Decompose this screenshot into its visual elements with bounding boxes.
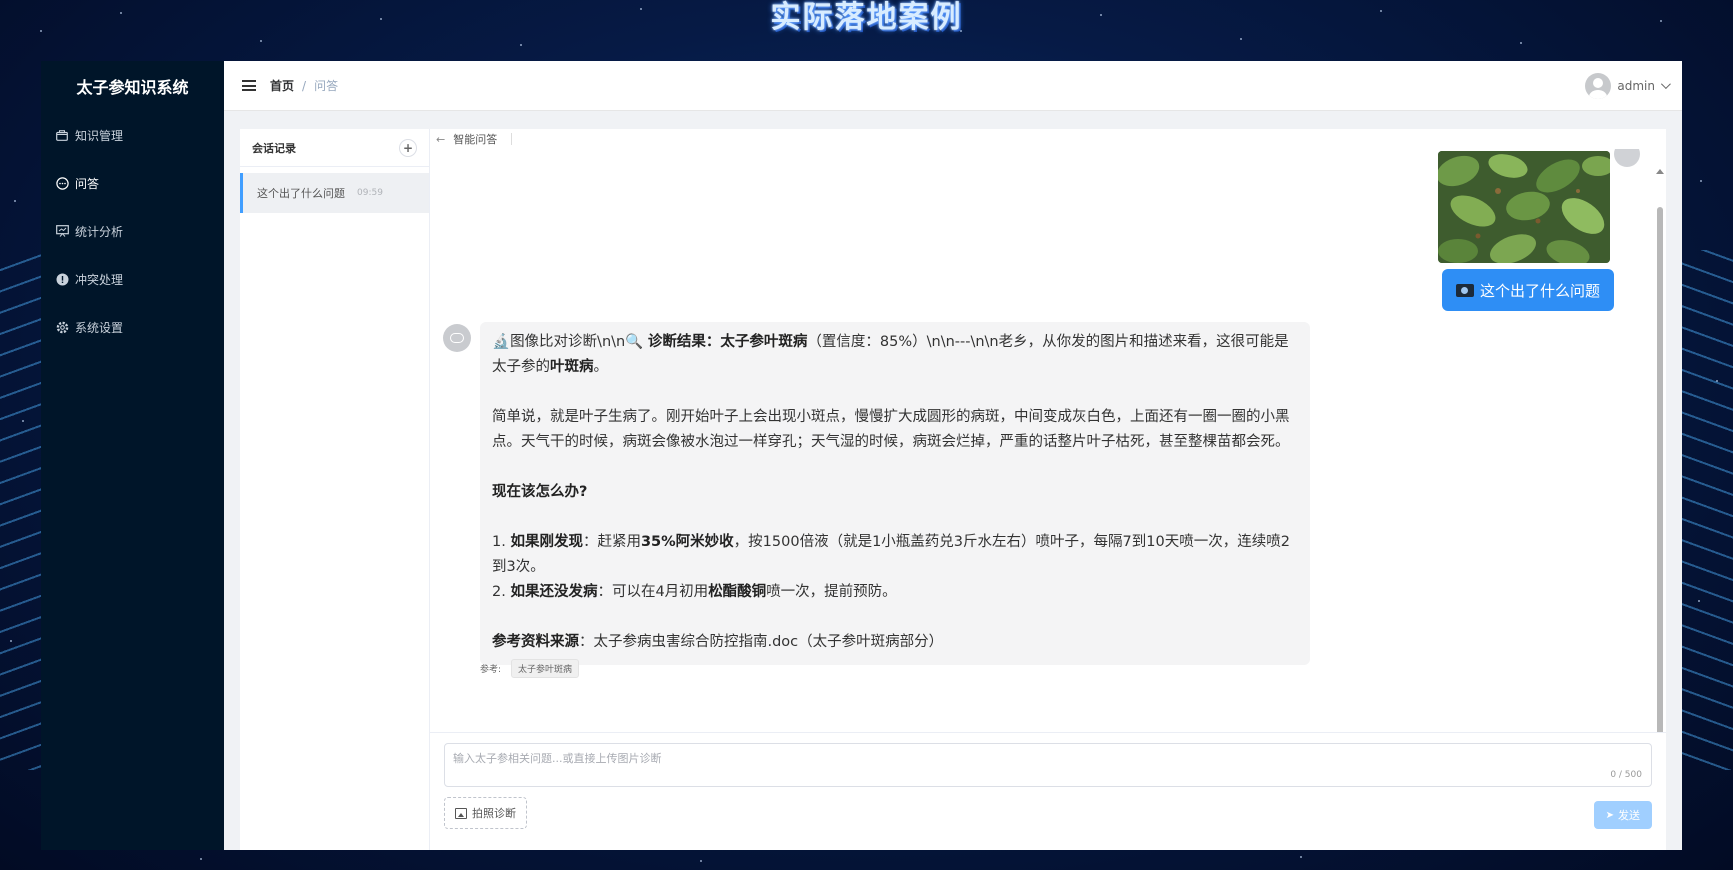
breadcrumb-current: 问答 xyxy=(314,79,339,93)
user-menu[interactable]: admin xyxy=(1585,72,1671,99)
photo-diagnosis-label: 拍照诊断 xyxy=(472,807,516,820)
treatment-step-2: 2. 如果还没发病：可以在4月初用松酯酸铜喷一次，提前预防。 xyxy=(492,584,897,600)
bot-avatar xyxy=(443,324,471,352)
sidebar-item-conflicts[interactable]: 冲突处理 xyxy=(41,255,224,303)
reference-tags: 参考: 太子参叶斑病 xyxy=(480,659,580,678)
send-label: 发送 xyxy=(1618,809,1640,822)
chat-header: ← 智能问答 xyxy=(430,129,1666,149)
sidebar-item-qa[interactable]: 问答 xyxy=(41,159,224,207)
sidebar-item-label: 问答 xyxy=(75,176,100,191)
microscope-icon: 🔬 xyxy=(492,334,511,350)
sidebar-item-label: 知识管理 xyxy=(75,128,124,143)
session-item[interactable]: 这个出了什么问题 09:59 xyxy=(240,173,429,213)
chat-scrollbar[interactable] xyxy=(1656,169,1664,732)
session-title: 这个出了什么问题 xyxy=(257,187,345,200)
bot-message-description: 简单说，就是叶子生病了。刚开始叶子上会出现小斑点，慢慢扩大成圆形的病斑，中间变成… xyxy=(492,409,1290,450)
breadcrumb-separator: / xyxy=(302,78,307,93)
message-list[interactable]: 这个出了什么问题 🔬图像比对诊断\n\n🔍 诊断结果：太子参叶斑病（置信度：85… xyxy=(430,149,1666,732)
photo-diagnosis-button[interactable]: 拍照诊断 xyxy=(444,797,527,829)
chevron-down-icon xyxy=(1660,79,1671,90)
send-icon: ➤ xyxy=(1605,809,1614,821)
uploaded-plant-photo[interactable] xyxy=(1438,151,1610,263)
diagnosis-result: 诊断结果：太子参叶斑病 xyxy=(647,334,808,350)
sidebar-item-label: 冲突处理 xyxy=(75,272,124,287)
session-list: 会话记录 + 这个出了什么问题 09:59 xyxy=(240,129,430,850)
new-session-button[interactable]: + xyxy=(399,138,417,157)
back-arrow-icon[interactable]: ← xyxy=(436,133,445,146)
sidebar-item-label: 系统设置 xyxy=(75,320,124,335)
scroll-up-icon[interactable] xyxy=(1656,169,1664,174)
user-message-text: 这个出了什么问题 xyxy=(1479,281,1600,300)
light-streaks-right xyxy=(1673,250,1733,770)
breadcrumb-home[interactable]: 首页 xyxy=(270,77,294,94)
char-counter: 0 / 500 xyxy=(1610,770,1642,780)
app-logo-title: 太子参知识系统 xyxy=(76,78,189,97)
user-message-bubble: 这个出了什么问题 xyxy=(1441,269,1614,311)
app-window: 太子参知识系统 知识管理 问答 统计分析 冲突处理 系统设置 首页 / 问答 a… xyxy=(41,61,1682,850)
chat-icon xyxy=(55,176,69,190)
sidebar-item-label: 统计分析 xyxy=(75,224,124,239)
page-content: 会话记录 + 这个出了什么问题 09:59 ← 智能问答 这个出了什么问题 🔬图… xyxy=(224,111,1682,850)
question-input[interactable] xyxy=(444,743,1652,787)
folder-icon xyxy=(55,128,69,142)
warning-icon xyxy=(55,272,69,286)
chart-icon xyxy=(55,224,69,238)
banner-title: 实际落地案例 xyxy=(770,0,963,35)
reference-label: 参考: xyxy=(480,665,502,675)
chat-title: 智能问答 xyxy=(453,133,498,146)
bot-message-heading: 现在该怎么办? xyxy=(492,484,588,500)
main-area: 首页 / 问答 admin 会话记录 + 这个出了什么问题 09:59 ← 智能… xyxy=(224,61,1682,850)
user-message-avatar xyxy=(1614,149,1640,167)
camera-icon xyxy=(1455,283,1474,297)
user-avatar xyxy=(1585,72,1612,99)
sidebar-item-settings[interactable]: 系统设置 xyxy=(41,303,224,351)
session-time: 09:59 xyxy=(357,188,383,198)
message-composer: 0 / 500 拍照诊断 ➤ 发送 xyxy=(430,732,1666,850)
header-divider xyxy=(511,133,513,145)
treatment-step-1: 1. 如果刚发现：赶紧用35%阿米妙收，按1500倍液（就是1小瓶盖药兑3斤水左… xyxy=(492,534,1290,575)
sidebar: 太子参知识系统 知识管理 问答 统计分析 冲突处理 系统设置 xyxy=(41,61,224,850)
bot-message-intro: 🔬图像比对诊断\n\n🔍 诊断结果：太子参叶斑病（置信度：85%）\n\n---… xyxy=(492,334,1289,375)
top-header: 首页 / 问答 admin xyxy=(224,61,1682,111)
sidebar-item-statistics[interactable]: 统计分析 xyxy=(41,207,224,255)
image-icon xyxy=(455,807,467,819)
sidebar-item-knowledge[interactable]: 知识管理 xyxy=(41,111,224,159)
session-list-header: 会话记录 + xyxy=(240,129,429,167)
source-reference: 参考资料来源：太子参病虫害综合防控指南.doc（太子参叶斑病部分） xyxy=(492,634,944,650)
qa-panel: 会话记录 + 这个出了什么问题 09:59 ← 智能问答 这个出了什么问题 🔬图… xyxy=(240,129,1666,850)
send-button[interactable]: ➤ 发送 xyxy=(1593,801,1652,829)
reference-tag[interactable]: 太子参叶斑病 xyxy=(511,659,580,678)
user-name: admin xyxy=(1617,78,1655,93)
scroll-thumb[interactable] xyxy=(1657,207,1663,732)
bot-message-bubble: 🔬图像比对诊断\n\n🔍 诊断结果：太子参叶斑病（置信度：85%）\n\n---… xyxy=(480,322,1310,665)
chat-area: ← 智能问答 这个出了什么问题 🔬图像比对诊断\n\n🔍 诊断结果：太子参叶斑病… xyxy=(430,129,1666,850)
menu-toggle-icon[interactable] xyxy=(242,80,256,91)
gear-icon xyxy=(55,320,69,334)
session-list-title: 会话记录 xyxy=(252,141,296,155)
